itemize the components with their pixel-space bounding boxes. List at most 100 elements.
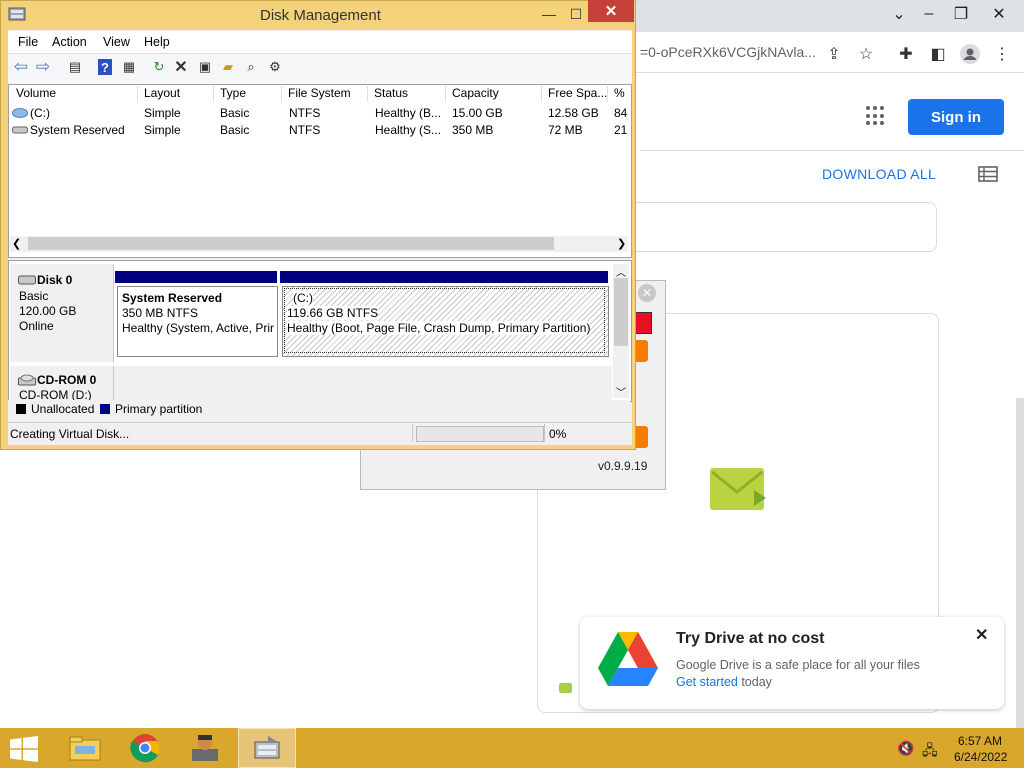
cdrom-icon [18, 374, 36, 386]
disk0-name: Disk 0 [37, 273, 73, 287]
extensions-puzzle-icon[interactable]: ✚ [894, 42, 918, 66]
legend-primary: Primary partition [115, 402, 203, 416]
scroll-right-icon[interactable]: ❯ [617, 237, 626, 250]
partition-size: 350 MB NTFS [122, 306, 199, 320]
browser-minimize-button[interactable]: – [912, 0, 946, 28]
scroll-down-icon[interactable]: ﹀ [616, 384, 626, 399]
chrome-icon [130, 734, 160, 763]
open-folder-icon[interactable]: ▰ [219, 58, 237, 76]
window-title: Disk Management [260, 7, 381, 24]
status-text: Creating Virtual Disk... [10, 427, 130, 441]
console-tree-icon[interactable]: ▤ [66, 58, 84, 76]
sign-in-button[interactable]: Sign in [908, 99, 1004, 135]
promo-description: Google Drive is a safe place for all you… [676, 658, 920, 672]
column-header-free-space[interactable]: Free Spa... [542, 86, 608, 102]
share-icon[interactable]: ⇪ [822, 42, 846, 66]
start-windows-icon[interactable] [10, 736, 38, 762]
column-header-file-system[interactable]: File System [282, 86, 368, 102]
address-bar[interactable]: =0-oPceRXk6VCGjkNAvla... [640, 44, 816, 60]
horizontal-scrollbar-thumb[interactable] [28, 237, 554, 250]
promo-cta-line: Get started today [676, 675, 772, 689]
column-header-volume[interactable]: Volume [10, 86, 138, 102]
browser-restore-button[interactable]: ❐ [944, 0, 978, 28]
menu-file[interactable]: File [18, 35, 38, 49]
menu-bar [8, 31, 632, 53]
list-view-icon[interactable] [978, 166, 998, 182]
file-explorer-taskbar-button[interactable] [56, 728, 114, 768]
c-partition-bar [280, 271, 608, 283]
scroll-left-icon[interactable]: ❮ [12, 237, 21, 250]
column-header-layout[interactable]: Layout [138, 86, 214, 102]
close-icon[interactable]: ✕ [638, 284, 656, 302]
progress-percent: 0% [549, 427, 567, 441]
table-cell-layout: Simple [144, 123, 181, 137]
disk0-type: Basic [19, 289, 49, 303]
progress-bar [416, 426, 544, 442]
legend-unallocated: Unallocated [31, 402, 95, 416]
user-app-icon [192, 735, 218, 761]
refresh-icon[interactable]: ↻ [150, 58, 168, 76]
page-scrollbar[interactable] [1016, 398, 1024, 728]
get-started-link[interactable]: Get started [676, 675, 738, 689]
table-cell-layout: Simple [144, 106, 181, 120]
delete-icon[interactable]: ✕ [172, 58, 190, 76]
cdrom-name: CD-ROM 0 [37, 373, 97, 387]
bookmark-star-icon[interactable]: ☆ [854, 42, 878, 66]
table-cell-percent: 21 [614, 123, 628, 137]
google-drive-logo-icon [598, 632, 658, 686]
promo-close-icon[interactable]: ✕ [975, 625, 988, 645]
profile-avatar-icon[interactable] [958, 42, 982, 66]
table-cell-volume[interactable]: (C:) [30, 106, 130, 120]
column-header-percent-free[interactable]: % F [608, 86, 628, 102]
table-cell-free: 12.58 GB [548, 106, 599, 120]
new-volume-icon[interactable]: ▣ [196, 58, 214, 76]
partition-status: Healthy (Boot, Page File, Crash Dump, Pr… [287, 321, 591, 335]
close-button[interactable]: ✕ [588, 0, 634, 22]
volume-muted-icon[interactable]: 🔇 [897, 740, 914, 757]
menu-help[interactable]: Help [144, 35, 170, 49]
table-cell-fs: NTFS [289, 123, 321, 137]
browser-close-button[interactable]: ✕ [982, 0, 1016, 28]
disk0-state: Online [19, 319, 54, 333]
drive-icon [12, 126, 28, 134]
chevron-down-icon[interactable]: ⌄ [882, 0, 916, 28]
folder-icon [69, 736, 101, 761]
disk-management-taskbar-button[interactable] [238, 728, 296, 768]
file-info-card [636, 202, 937, 252]
apps-grid-icon[interactable] [866, 106, 886, 126]
disk-management-icon [254, 736, 280, 759]
column-header-capacity[interactable]: Capacity [446, 86, 542, 102]
status-divider [544, 424, 545, 442]
column-header-type[interactable]: Type [214, 86, 282, 102]
table-cell-free: 72 MB [548, 123, 583, 137]
table-cell-type: Basic [220, 123, 250, 137]
menu-view[interactable]: View [103, 35, 130, 49]
app-taskbar-button[interactable] [176, 728, 234, 768]
properties-icon[interactable]: ▦ [120, 58, 138, 76]
search-icon[interactable]: ⌕ [242, 58, 260, 76]
promo-title: Try Drive at no cost [676, 630, 825, 647]
unallocated-swatch [16, 404, 26, 414]
partition-size: 119.66 GB NTFS [287, 306, 379, 320]
help-icon[interactable]: ? [98, 59, 112, 75]
download-all-button[interactable]: DOWNLOAD ALL [822, 166, 936, 182]
side-panel-icon[interactable]: ◧ [926, 42, 950, 66]
chrome-taskbar-button[interactable] [116, 728, 174, 768]
browser-menu-icon[interactable]: ⋮ [990, 42, 1014, 66]
scroll-up-icon[interactable]: ︿ [616, 264, 626, 279]
popup-version-label: v0.9.9.19 [598, 459, 648, 473]
vertical-scrollbar-thumb[interactable] [614, 278, 628, 346]
back-arrow-icon[interactable]: ⇦ [12, 57, 30, 76]
clock-time[interactable]: 6:57 AM [958, 734, 1002, 748]
email-file-icon [710, 468, 766, 510]
table-cell-capacity: 350 MB [452, 123, 494, 137]
clock-date[interactable]: 6/24/2022 [954, 750, 1007, 764]
forward-arrow-icon[interactable]: ⇨ [34, 57, 52, 76]
menu-action[interactable]: Action [52, 35, 87, 49]
partition-name: System Reserved [122, 291, 223, 305]
column-header-status[interactable]: Status [368, 86, 446, 102]
table-cell-volume[interactable]: System Reserved [30, 123, 136, 137]
cdrom-drive: CD-ROM (D:) [19, 388, 92, 400]
settings-icon[interactable]: ⚙ [266, 58, 284, 76]
network-icon[interactable]: 🖧 [922, 740, 938, 764]
